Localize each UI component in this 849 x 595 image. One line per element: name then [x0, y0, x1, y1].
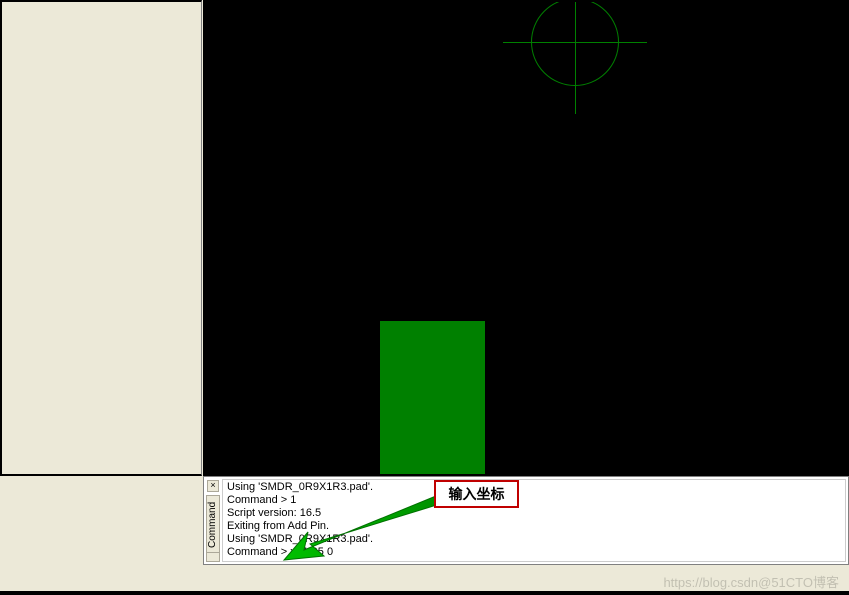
- lower-left-panel: [0, 476, 203, 595]
- command-body: Using 'SMDR_0R9X1R3.pad'. Command > 1 Sc…: [222, 479, 846, 562]
- origin-horizontal-line: [503, 42, 647, 43]
- left-panel: [0, 0, 202, 476]
- command-input[interactable]: x -1.05 0: [290, 546, 333, 558]
- annotation-callout: 输入坐标: [434, 480, 519, 508]
- bottom-border: [0, 591, 849, 595]
- command-history-line: Using 'SMDR_0R9X1R3.pad'.: [227, 533, 841, 546]
- command-history-line: Using 'SMDR_0R9X1R3.pad'.: [227, 481, 841, 494]
- command-history-line: Exiting from Add Pin.: [227, 520, 841, 533]
- command-history-line: Script version: 16.5: [227, 507, 841, 520]
- command-input-line: Command > x -1.05 0: [227, 546, 841, 559]
- command-panel-tab[interactable]: Command: [206, 495, 220, 555]
- origin-vertical-line: [575, 0, 576, 114]
- command-panel: × Command Using 'SMDR_0R9X1R3.pad'. Comm…: [203, 476, 849, 565]
- command-history-line: Command > 1: [227, 494, 841, 507]
- command-prompt-label: Command >: [227, 546, 290, 558]
- command-close-button[interactable]: ×: [207, 480, 219, 492]
- canvas-workspace[interactable]: [203, 0, 849, 476]
- command-pushpin-icon[interactable]: [206, 552, 220, 562]
- watermark-text: https://blog.csdn@51CTO博客: [663, 572, 839, 591]
- pad-shape[interactable]: [380, 321, 485, 475]
